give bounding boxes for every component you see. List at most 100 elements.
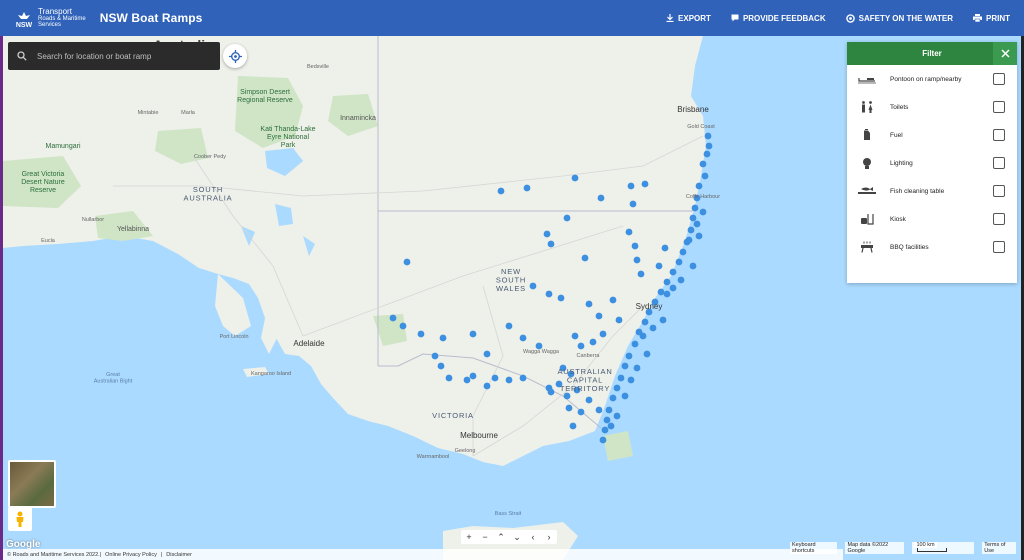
boat-ramp-marker[interactable]	[641, 318, 649, 326]
locate-me-button[interactable]	[223, 44, 247, 68]
kiosk-checkbox[interactable]	[993, 213, 1005, 225]
filter-item-bbq[interactable]: BBQ facilities	[847, 233, 1017, 261]
boat-ramp-marker[interactable]	[643, 350, 651, 358]
boat-ramp-marker[interactable]	[529, 282, 537, 290]
satellite-layer-toggle[interactable]	[8, 460, 56, 508]
boat-ramp-marker[interactable]	[621, 362, 629, 370]
boat-ramp-marker[interactable]	[639, 332, 647, 340]
boat-ramp-marker[interactable]	[585, 396, 593, 404]
bbq-checkbox[interactable]	[993, 241, 1005, 253]
fish-cleaning-table-checkbox[interactable]	[993, 185, 1005, 197]
boat-ramp-marker[interactable]	[689, 262, 697, 270]
boat-ramp-marker[interactable]	[627, 182, 635, 190]
boat-ramp-marker[interactable]	[663, 290, 671, 298]
boat-ramp-marker[interactable]	[491, 374, 499, 382]
boat-ramp-marker[interactable]	[613, 412, 621, 420]
boat-ramp-marker[interactable]	[679, 248, 687, 256]
boat-ramp-marker[interactable]	[565, 404, 573, 412]
boat-ramp-marker[interactable]	[693, 220, 701, 228]
street-view-pegman[interactable]	[8, 507, 32, 531]
boat-ramp-marker[interactable]	[523, 184, 531, 192]
boat-ramp-marker[interactable]	[463, 376, 471, 384]
boat-ramp-marker[interactable]	[571, 332, 579, 340]
boat-ramp-marker[interactable]	[597, 194, 605, 202]
fuel-checkbox[interactable]	[993, 129, 1005, 141]
pan-right-button[interactable]: ›	[541, 532, 557, 542]
boat-ramp-marker[interactable]	[609, 296, 617, 304]
print-button[interactable]: PRINT	[973, 14, 1010, 23]
boat-ramp-marker[interactable]	[617, 374, 625, 382]
boat-ramp-marker[interactable]	[581, 254, 589, 262]
boat-ramp-marker[interactable]	[563, 392, 571, 400]
boat-ramp-marker[interactable]	[469, 330, 477, 338]
filter-item-pontoon[interactable]: Pontoon on ramp/nearby	[847, 65, 1017, 93]
boat-ramp-marker[interactable]	[701, 172, 709, 180]
boat-ramp-marker[interactable]	[625, 228, 633, 236]
boat-ramp-marker[interactable]	[685, 236, 693, 244]
boat-ramp-marker[interactable]	[417, 330, 425, 338]
boat-ramp-marker[interactable]	[439, 334, 447, 342]
boat-ramp-marker[interactable]	[609, 394, 617, 402]
boat-ramp-marker[interactable]	[445, 374, 453, 382]
boat-ramp-marker[interactable]	[569, 422, 577, 430]
boat-ramp-marker[interactable]	[659, 316, 667, 324]
pan-up-button[interactable]: ⌃	[493, 532, 509, 543]
boat-ramp-marker[interactable]	[483, 382, 491, 390]
boat-ramp-marker[interactable]	[695, 232, 703, 240]
filter-item-kiosk[interactable]: Kiosk	[847, 205, 1017, 233]
boat-ramp-marker[interactable]	[615, 316, 623, 324]
boat-ramp-marker[interactable]	[543, 230, 551, 238]
boat-ramp-marker[interactable]	[547, 240, 555, 248]
boat-ramp-marker[interactable]	[621, 392, 629, 400]
zoom-out-button[interactable]: −	[477, 532, 493, 542]
boat-ramp-marker[interactable]	[699, 208, 707, 216]
zoom-in-button[interactable]: +	[461, 532, 477, 542]
boat-ramp-marker[interactable]	[403, 258, 411, 266]
boat-ramp-marker[interactable]	[631, 340, 639, 348]
boat-ramp-marker[interactable]	[595, 406, 603, 414]
boat-ramp-marker[interactable]	[607, 422, 615, 430]
boat-ramp-marker[interactable]	[703, 150, 711, 158]
boat-ramp-marker[interactable]	[601, 426, 609, 434]
boat-ramp-marker[interactable]	[641, 180, 649, 188]
boat-ramp-marker[interactable]	[577, 408, 585, 416]
boat-ramp-marker[interactable]	[657, 288, 665, 296]
boat-ramp-marker[interactable]	[595, 312, 603, 320]
pan-left-button[interactable]: ‹	[525, 532, 541, 542]
boat-ramp-marker[interactable]	[699, 160, 707, 168]
safety-on-the-water-button[interactable]: SAFETY ON THE WATER	[845, 14, 953, 23]
boat-ramp-marker[interactable]	[437, 362, 445, 370]
boat-ramp-marker[interactable]	[704, 132, 712, 140]
boat-ramp-marker[interactable]	[627, 376, 635, 384]
boat-ramp-marker[interactable]	[563, 214, 571, 222]
filter-item-lighting[interactable]: Lighting	[847, 149, 1017, 177]
terms-of-use-link[interactable]: Terms of Use	[982, 541, 1017, 554]
boat-ramp-marker[interactable]	[633, 364, 641, 372]
pan-down-button[interactable]: ⌄	[509, 532, 525, 543]
filter-close-button[interactable]	[993, 42, 1017, 65]
boat-ramp-marker[interactable]	[661, 244, 669, 252]
keyboard-shortcuts-link[interactable]: Keyboard shortcuts	[790, 541, 838, 554]
boat-ramp-marker[interactable]	[705, 142, 713, 150]
boat-ramp-marker[interactable]	[605, 406, 613, 414]
boat-ramp-marker[interactable]	[633, 256, 641, 264]
boat-ramp-marker[interactable]	[613, 384, 621, 392]
boat-ramp-marker[interactable]	[689, 214, 697, 222]
filter-item-toilets[interactable]: Toilets	[847, 93, 1017, 121]
boat-ramp-marker[interactable]	[691, 204, 699, 212]
boat-ramp-marker[interactable]	[629, 200, 637, 208]
boat-ramp-marker[interactable]	[649, 324, 657, 332]
boat-ramp-marker[interactable]	[389, 314, 397, 322]
boat-ramp-marker[interactable]	[603, 416, 611, 424]
boat-ramp-marker[interactable]	[695, 182, 703, 190]
boat-ramp-marker[interactable]	[399, 322, 407, 330]
boat-ramp-marker[interactable]	[505, 322, 513, 330]
boat-ramp-marker[interactable]	[519, 334, 527, 342]
boat-ramp-marker[interactable]	[663, 278, 671, 286]
nsw-logo[interactable]: NSW Transport Roads & Maritime Services	[14, 7, 86, 29]
boat-ramp-marker[interactable]	[577, 342, 585, 350]
boat-ramp-marker[interactable]	[505, 376, 513, 384]
boat-ramp-marker[interactable]	[675, 258, 683, 266]
boat-ramp-marker[interactable]	[625, 352, 633, 360]
search-box[interactable]	[8, 42, 220, 70]
